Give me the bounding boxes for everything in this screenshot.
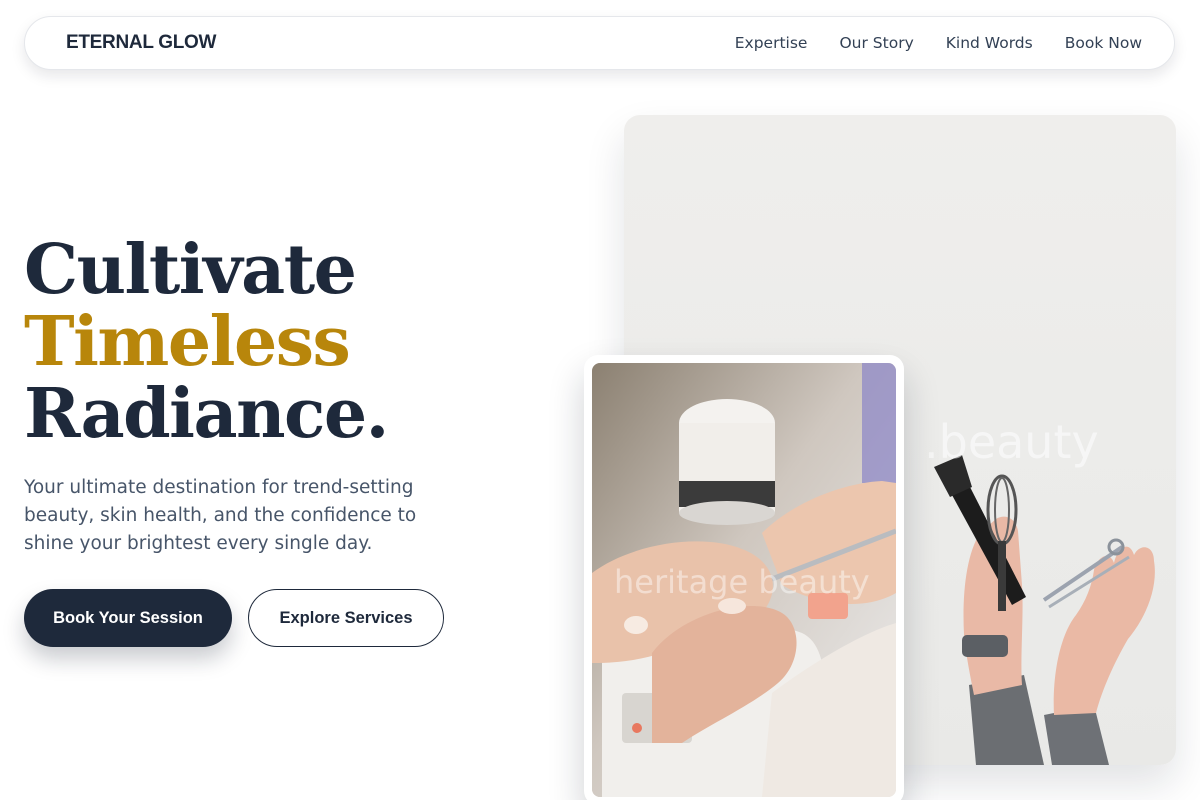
hero-image-manicure-card: heritage beauty (584, 355, 904, 800)
manicure-illustration (592, 363, 896, 797)
nav-link-kind-words[interactable]: Kind Words (946, 34, 1033, 52)
brand-logo[interactable]: ETERNAL GLOW (66, 32, 216, 54)
top-navigation-bar: ETERNAL GLOW Expertise Our Story Kind Wo… (24, 16, 1175, 70)
headline-line-3: Radiance. (24, 374, 389, 454)
manicure-photo: heritage beauty (592, 363, 896, 797)
hero-headline: Cultivate Timeless Radiance. (24, 230, 389, 454)
nav-link-our-story[interactable]: Our Story (839, 34, 913, 52)
nav-links: Expertise Our Story Kind Words Book Now (735, 34, 1142, 52)
nav-link-book-now[interactable]: Book Now (1065, 34, 1142, 52)
explore-services-button[interactable]: Explore Services (248, 589, 444, 647)
nav-link-expertise[interactable]: Expertise (735, 34, 808, 52)
page: ETERNAL GLOW Expertise Our Story Kind Wo… (0, 0, 1200, 800)
hero-subtext: Your ultimate destination for trend-sett… (24, 477, 417, 554)
book-session-button[interactable]: Book Your Session (24, 589, 232, 647)
headline-line-1: Cultivate (24, 230, 357, 310)
headline-line-2-accent: Timeless (24, 302, 351, 382)
